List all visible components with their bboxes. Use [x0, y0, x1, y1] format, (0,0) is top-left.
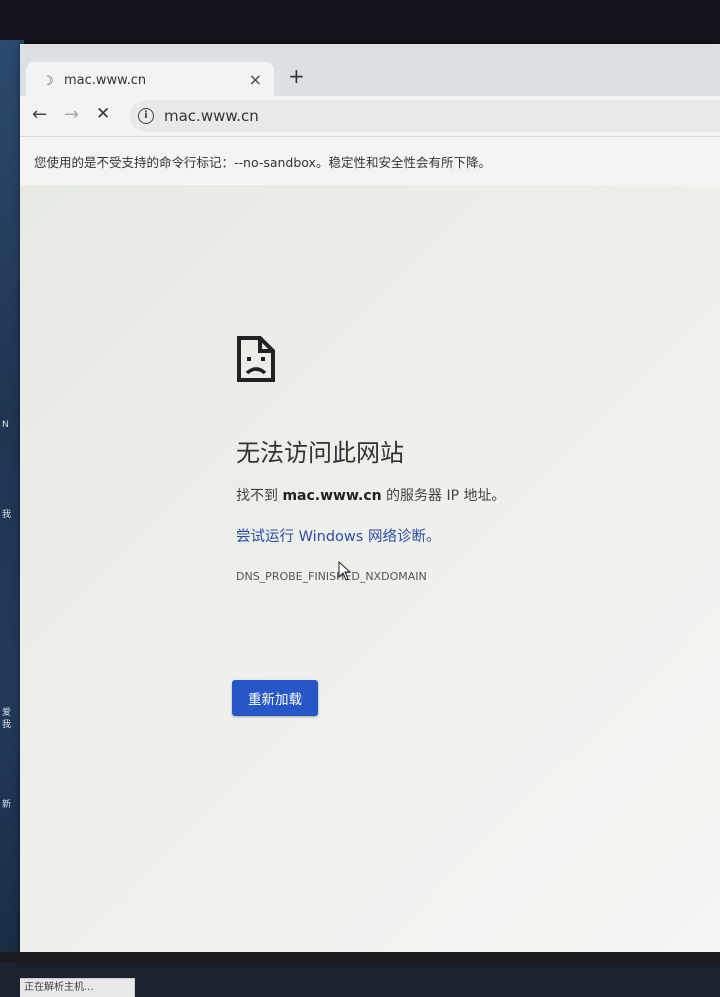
desktop-text: 新: [2, 800, 12, 810]
error-code: DNS_PROBE_FINISHED_NXDOMAIN: [236, 570, 427, 583]
tab-active[interactable]: ☽ mac.www.cn ×: [26, 62, 274, 98]
error-host: mac.www.cn: [282, 488, 382, 504]
site-info-icon[interactable]: i: [138, 108, 154, 124]
address-bar[interactable]: i mac.www.cn: [130, 100, 720, 132]
loading-spinner-icon: ☽: [42, 74, 54, 89]
warning-infobar: 您使用的是不受支持的命令行标记：--no-sandbox。稳定性和安全性会有所下…: [20, 136, 720, 186]
error-desc-suffix: 的服务器 IP 地址。: [381, 488, 506, 504]
tab-strip: ☽ mac.www.cn × +: [20, 44, 720, 98]
forward-button[interactable]: →: [64, 104, 79, 125]
infobar-message: 您使用的是不受支持的命令行标记：--no-sandbox。稳定性和安全性会有所下…: [34, 155, 491, 170]
stop-loading-button[interactable]: ✕: [96, 104, 110, 124]
monitor-bezel-top: [0, 0, 720, 48]
network-diagnostics-link[interactable]: 尝试运行 Windows 网络诊断。: [236, 525, 440, 546]
error-page: 无法访问此网站 找不到 mac.www.cn 的服务器 IP 地址。 尝试运行 …: [20, 185, 720, 963]
monitor-bezel-bottom: [0, 952, 720, 963]
desktop-text: 爱: [2, 708, 12, 718]
desktop-text: 我: [2, 510, 12, 520]
desktop-text: 我: [2, 720, 12, 730]
error-description: 找不到 mac.www.cn 的服务器 IP 地址。: [236, 485, 506, 505]
back-button[interactable]: ←: [32, 104, 47, 125]
new-tab-button[interactable]: +: [288, 64, 305, 88]
tab-close-icon[interactable]: ×: [249, 70, 262, 89]
tab-title: mac.www.cn: [64, 73, 147, 88]
toolbar: ← → ✕ i mac.www.cn: [20, 96, 720, 136]
mouse-pointer-icon: [338, 561, 352, 581]
error-desc-prefix: 找不到: [236, 488, 283, 504]
reload-button[interactable]: 重新加载: [232, 680, 318, 716]
url-text[interactable]: mac.www.cn: [164, 107, 259, 125]
sad-page-icon: [237, 336, 275, 382]
status-bar: 正在解析主机...: [20, 978, 135, 997]
error-title: 无法访问此网站: [236, 439, 404, 467]
desktop-text: N: [2, 420, 9, 430]
browser-window: ☽ mac.www.cn × + ← → ✕ i mac.www.cn 您使用的…: [20, 44, 720, 997]
